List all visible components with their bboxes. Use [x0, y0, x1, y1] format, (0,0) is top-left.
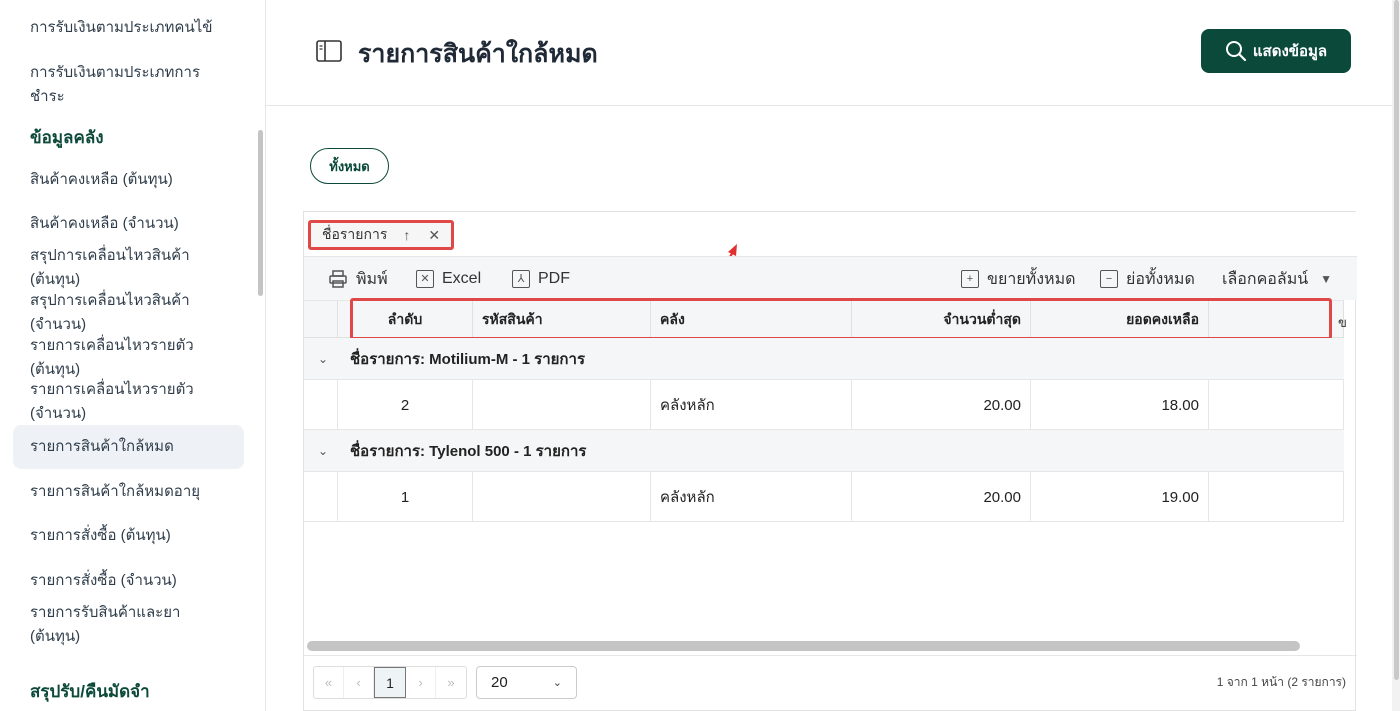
sidebar-item-payment-type[interactable]: การรับเงินตามประเภทการชำระ [30, 61, 230, 109]
last-page-button[interactable]: » [436, 667, 466, 698]
sidebar-item-movement-summary-qty[interactable]: สรุปการเคลื่อนไหวสินค้า (จำนวน) [30, 289, 230, 337]
sidebar-item-movement-summary-cost[interactable]: สรุปการเคลื่อนไหวสินค้า (ต้นทุน) [30, 244, 230, 292]
group-row[interactable]: ⌄ ชื่อรายการ: Tylenol 500 - 1 รายการ [304, 430, 1344, 472]
sidebar-item-receive-cost[interactable]: รายการรับสินค้าและยา (ต้นทุน) [30, 601, 230, 649]
group-by-chip[interactable]: ชื่อรายการ ↑ ✕ [308, 220, 454, 250]
table-cell-balance: 19.00 [1031, 472, 1209, 522]
sidebar-item-item-movement-cost[interactable]: รายการเคลื่อนไหวรายตัว (ต้นทุน) [30, 334, 230, 382]
table-cell-min-qty: 20.00 [852, 380, 1031, 430]
pager: « ‹ 1 › » 20 ⌄ 1 จาก 1 หน้า (2 รายการ) [304, 655, 1357, 711]
page-size-select[interactable]: 20 ⌄ [476, 666, 577, 699]
next-page-button[interactable]: › [406, 667, 436, 698]
choose-columns-button[interactable]: เลือกคอลัมน์ ▼ [1222, 257, 1332, 301]
first-page-button[interactable]: « [314, 667, 344, 698]
sidebar-item-purchase-qty[interactable]: รายการสั่งซื้อ (จำนวน) [30, 569, 230, 593]
table-cell-spacer [304, 472, 338, 522]
search-icon [1225, 41, 1246, 62]
column-header-min-qty[interactable]: จำนวนต่ำสุด [852, 301, 1031, 339]
excel-icon: ✕ [416, 270, 434, 288]
table-row[interactable]: 2 คลังหลัก 20.00 18.00 [304, 380, 1344, 430]
close-icon[interactable]: ✕ [428, 227, 440, 244]
sidebar-section-deposit: สรุปรับ/คืนมัดจำ [30, 682, 150, 701]
sort-ascending-icon[interactable]: ↑ [403, 227, 410, 243]
prev-page-button[interactable]: ‹ [344, 667, 374, 698]
caret-down-icon: ▼ [1320, 272, 1333, 286]
table-cell-spacer [304, 380, 338, 430]
print-label: พิมพ์ [356, 270, 388, 288]
table-cell-order: 1 [338, 472, 473, 522]
page-title: รายการสินค้าใกล้หมด [358, 40, 598, 68]
column-overflow-glyph: ข [1338, 315, 1347, 330]
filter-all-chip[interactable]: ทั้งหมด [310, 148, 389, 184]
group-label: ชื่อรายการ: Tylenol 500 - 1 รายการ [350, 442, 587, 460]
group-label: ชื่อรายการ: Motilium-M - 1 รายการ [350, 350, 585, 368]
expand-column-header [304, 301, 338, 339]
pdf-button[interactable]: ⅄ PDF [512, 257, 570, 301]
expand-all-label: ขยายทั้งหมด [987, 270, 1076, 288]
table-cell-balance: 18.00 [1031, 380, 1209, 430]
collapse-all-label: ย่อทั้งหมด [1126, 270, 1195, 288]
column-header-order[interactable]: ลำดับ [338, 301, 473, 339]
excel-label: Excel [442, 270, 482, 287]
sidebar-item-item-movement-qty[interactable]: รายการเคลื่อนไหวรายตัว (จำนวน) [30, 378, 230, 426]
table-cell-min-qty: 20.00 [852, 472, 1031, 522]
group-row[interactable]: ⌄ ชื่อรายการ: Motilium-M - 1 รายการ [304, 338, 1344, 380]
grid-toolbar: พิมพ์ ✕ Excel ⅄ PDF + ขยายทั้งหมด − ย่อท… [304, 256, 1357, 300]
pagination: « ‹ 1 › » [313, 666, 467, 699]
show-data-button[interactable]: แสดงข้อมูล [1201, 29, 1351, 73]
table-cell-empty [1209, 380, 1344, 430]
pdf-label: PDF [538, 270, 570, 287]
chevron-down-icon: ⌄ [552, 677, 562, 689]
column-header-empty [1209, 301, 1344, 339]
sidebar-item-stock-cost[interactable]: สินค้าคงเหลือ (ต้นทุน) [30, 168, 230, 192]
sidebar-section-inventory: ข้อมูลคลัง [30, 128, 104, 147]
excel-button[interactable]: ✕ Excel [416, 257, 481, 301]
pager-info: 1 จาก 1 หน้า (2 รายการ) [1216, 675, 1346, 689]
current-page-button[interactable]: 1 [374, 667, 406, 698]
print-button[interactable]: พิมพ์ [328, 257, 388, 301]
table-cell-code [473, 380, 651, 430]
table-cell-warehouse: คลังหลัก [651, 472, 852, 522]
table-cell-order: 2 [338, 380, 473, 430]
table-row[interactable]: 1 คลังหลัก 20.00 19.00 [304, 472, 1344, 522]
group-by-label: ชื่อรายการ [322, 226, 388, 242]
sidebar-item-purchase-cost[interactable]: รายการสั่งซื้อ (ต้นทุน) [30, 524, 230, 548]
horizontal-scrollbar[interactable] [307, 641, 1300, 651]
chevron-down-icon[interactable]: ⌄ [318, 352, 328, 366]
book-icon [316, 40, 342, 62]
expand-all-button[interactable]: + ขยายทั้งหมด [961, 257, 1076, 301]
show-data-label: แสดงข้อมูล [1252, 43, 1328, 60]
collapse-all-button[interactable]: − ย่อทั้งหมด [1100, 257, 1195, 301]
choose-columns-label: เลือกคอลัมน์ [1222, 270, 1309, 288]
sidebar: การรับเงินตามประเภทคนไข้ การรับเงินตามปร… [0, 0, 266, 711]
printer-icon [329, 270, 347, 288]
page-header: รายการสินค้าใกล้หมด แสดงข้อมูล [266, 0, 1392, 106]
page-size-value: 20 [491, 674, 508, 691]
sidebar-item-stock-qty[interactable]: สินค้าคงเหลือ (จำนวน) [30, 212, 230, 236]
data-grid: ชื่อรายการ ↑ ✕ พิมพ์ ✕ Excel ⅄ PDF + ขยา… [303, 211, 1357, 711]
expand-icon: + [961, 270, 979, 288]
table-cell-empty [1209, 472, 1344, 522]
sidebar-item-patient-type-payment[interactable]: การรับเงินตามประเภทคนไข้ [30, 16, 230, 40]
table-cell-code [473, 472, 651, 522]
sidebar-item-low-stock[interactable]: รายการสินค้าใกล้หมด [30, 435, 230, 459]
pdf-icon: ⅄ [512, 270, 530, 288]
column-header-warehouse[interactable]: คลัง [651, 301, 852, 339]
column-header-code[interactable]: รหัสสินค้า [473, 301, 651, 339]
table-header: ลำดับ รหัสสินค้า คลัง จำนวนต่ำสุด ยอดคงเ… [304, 300, 1344, 339]
sidebar-item-near-expiry[interactable]: รายการสินค้าใกล้หมดอายุ [30, 480, 230, 504]
page-scrollbar[interactable] [1394, 0, 1399, 680]
group-panel: ชื่อรายการ ↑ ✕ [304, 212, 1357, 279]
collapse-icon: − [1100, 270, 1118, 288]
app: การรับเงินตามประเภทคนไข้ การรับเงินตามปร… [0, 0, 1400, 711]
sidebar-scrollbar[interactable] [258, 130, 263, 296]
table-cell-warehouse: คลังหลัก [651, 380, 852, 430]
column-header-balance[interactable]: ยอดคงเหลือ [1031, 301, 1209, 339]
chevron-down-icon[interactable]: ⌄ [318, 444, 328, 458]
